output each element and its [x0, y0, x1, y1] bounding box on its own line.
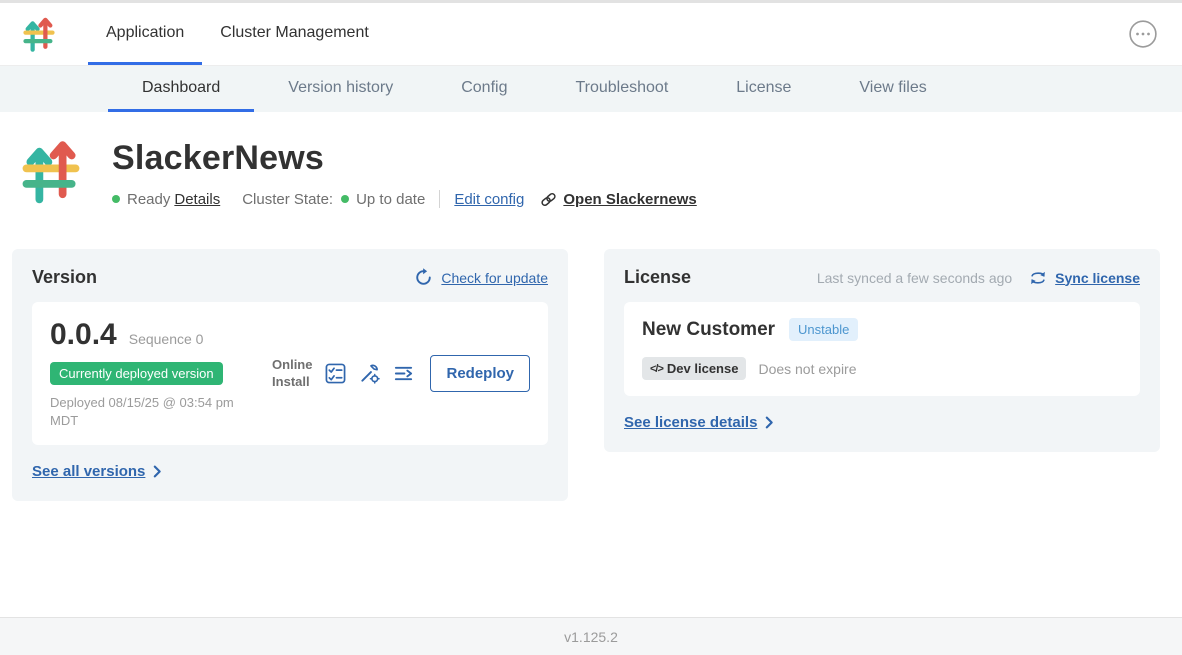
app-logo: [22, 3, 56, 65]
sync-license-label: Sync license: [1055, 270, 1140, 286]
tab-config[interactable]: Config: [427, 66, 541, 112]
tab-application-label: Application: [106, 24, 184, 42]
tab-troubleshoot[interactable]: Troubleshoot: [541, 66, 702, 112]
code-icon: </>: [650, 363, 663, 375]
version-card-header: Version Check for update: [32, 267, 548, 288]
license-panel: New Customer Unstable </> Dev license Do…: [624, 302, 1140, 396]
slackernews-logo-icon: [22, 15, 56, 53]
tab-dashboard[interactable]: Dashboard: [108, 66, 254, 112]
sync-icon: [1029, 269, 1047, 287]
sequence-label: Sequence 0: [129, 331, 204, 347]
install-type-line1: Online: [272, 357, 312, 374]
preflight-checks-button[interactable]: [325, 363, 346, 384]
chevron-right-icon: [765, 416, 774, 429]
divider: [439, 190, 440, 208]
main-content: SlackerNews Ready Details Cluster State:…: [0, 112, 1182, 501]
cluster-state-dot: [341, 195, 349, 203]
version-number: 0.0.4: [50, 318, 117, 352]
edit-config-button[interactable]: [359, 363, 380, 384]
console-version: v1.125.2: [564, 629, 618, 645]
tab-troubleshoot-label: Troubleshoot: [575, 79, 668, 97]
see-license-details-label: See license details: [624, 414, 757, 431]
app-status-row: Ready Details Cluster State: Up to date …: [112, 190, 697, 208]
app-status-text: Ready: [127, 191, 170, 208]
license-card: License Last synced a few seconds ago Sy…: [604, 249, 1160, 452]
redeploy-button[interactable]: Redeploy: [430, 355, 530, 392]
check-for-update-link[interactable]: Check for update: [414, 268, 548, 287]
refresh-icon: [414, 268, 433, 287]
check-for-update-label: Check for update: [441, 270, 548, 286]
slackernews-logo-icon: [20, 136, 82, 206]
app-status-dot: [112, 195, 120, 203]
current-version-info: 0.0.4 Sequence 0 Currently deployed vers…: [50, 318, 272, 429]
page-title: SlackerNews: [112, 139, 697, 178]
license-type-badge: </> Dev license: [642, 357, 746, 380]
cluster-state-value: Up to date: [356, 191, 425, 208]
details-link[interactable]: Details: [174, 191, 220, 208]
license-card-title: License: [624, 267, 691, 288]
chevron-right-icon: [153, 465, 162, 478]
ellipsis-icon: [1128, 19, 1158, 49]
view-logs-button[interactable]: [393, 363, 414, 384]
tab-cluster-management-label: Cluster Management: [220, 24, 369, 42]
last-synced-text: Last synced a few seconds ago: [817, 270, 1012, 286]
version-card-title: Version: [32, 267, 97, 288]
tab-application[interactable]: Application: [88, 3, 202, 65]
tab-license-label: License: [736, 79, 791, 97]
license-type-label: Dev license: [667, 361, 739, 376]
wrench-gear-icon: [359, 363, 380, 384]
tab-view-files[interactable]: View files: [825, 66, 960, 112]
app-footer: v1.125.2: [0, 617, 1182, 655]
open-app-link[interactable]: Open Slackernews: [540, 191, 696, 208]
cluster-state-label: Cluster State:: [242, 191, 333, 208]
version-actions: Online Install: [272, 355, 530, 392]
app-header-text: SlackerNews Ready Details Cluster State:…: [112, 139, 697, 208]
deployed-timestamp: Deployed 08/15/25 @ 03:54 pm MDT: [50, 394, 235, 429]
channel-badge: Unstable: [789, 318, 858, 341]
open-app-link-label: Open Slackernews: [563, 191, 696, 208]
edit-config-link[interactable]: Edit config: [454, 191, 524, 208]
license-card-header: License Last synced a few seconds ago Sy…: [624, 267, 1140, 288]
see-all-versions-link[interactable]: See all versions: [32, 463, 162, 480]
customer-name: New Customer: [642, 319, 775, 341]
tab-license[interactable]: License: [702, 66, 825, 112]
app-icon: [20, 136, 82, 211]
license-expiry: Does not expire: [758, 361, 856, 377]
logs-icon: [393, 363, 414, 384]
tab-view-files-label: View files: [859, 79, 926, 97]
see-all-versions-label: See all versions: [32, 463, 145, 480]
version-card: Version Check for update 0.0.4 Se: [12, 249, 568, 501]
sync-license-link[interactable]: Sync license: [1029, 269, 1140, 287]
see-license-details-link[interactable]: See license details: [624, 414, 774, 431]
app-subnav: Dashboard Version history Config Trouble…: [0, 66, 1182, 112]
install-type-line2: Install: [272, 374, 312, 391]
overflow-menu-button[interactable]: [1128, 19, 1158, 49]
tab-version-history-label: Version history: [288, 79, 393, 97]
install-type-label: Online Install: [272, 357, 312, 391]
tab-cluster-management[interactable]: Cluster Management: [202, 3, 387, 65]
deployed-status-badge: Currently deployed version: [50, 362, 223, 385]
top-navbar: Application Cluster Management: [0, 3, 1182, 66]
tab-dashboard-label: Dashboard: [142, 79, 220, 97]
app-header: SlackerNews Ready Details Cluster State:…: [0, 112, 1182, 211]
current-version-panel: 0.0.4 Sequence 0 Currently deployed vers…: [32, 302, 548, 445]
link-icon: [540, 191, 557, 208]
dashboard-cards: Version Check for update 0.0.4 Se: [0, 249, 1182, 501]
tab-config-label: Config: [461, 79, 507, 97]
checklist-icon: [325, 363, 346, 384]
tab-version-history[interactable]: Version history: [254, 66, 427, 112]
